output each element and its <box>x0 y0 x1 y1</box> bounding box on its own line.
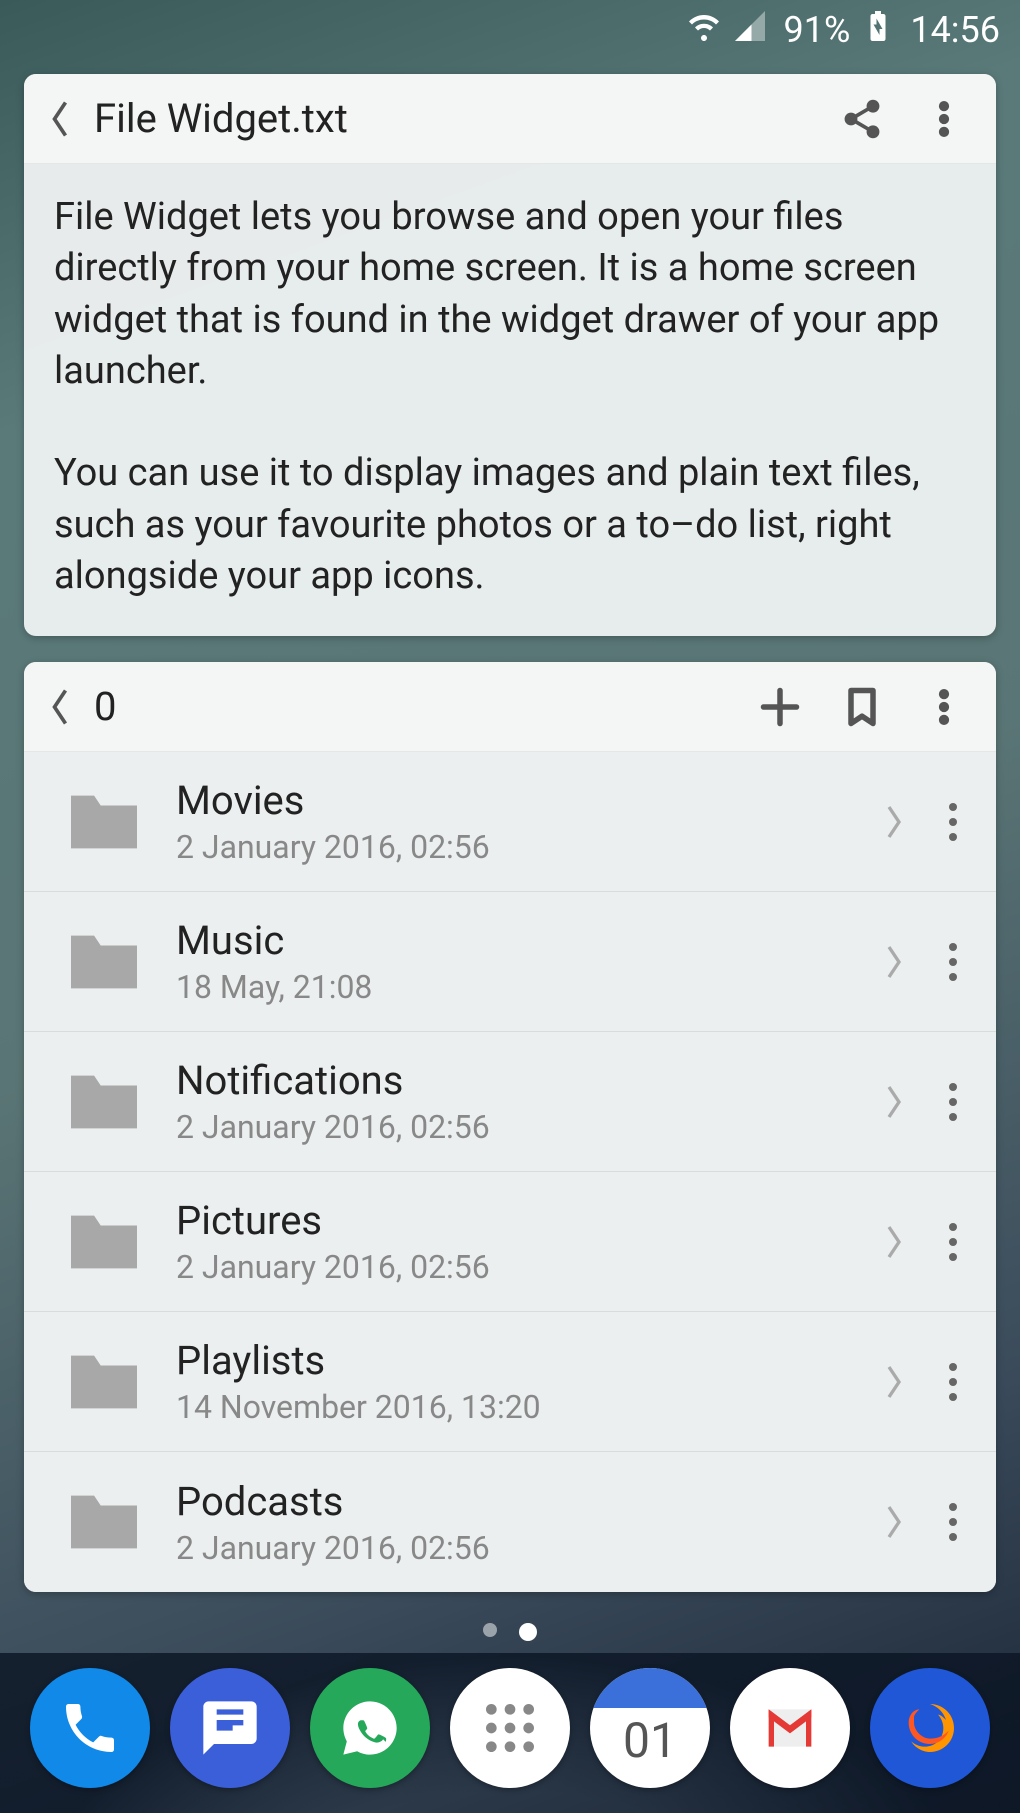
file-list: Movies 2 January 2016, 02:56 Music 18 Ma… <box>24 752 996 1592</box>
file-info: Movies 2 January 2016, 02:56 <box>154 777 874 866</box>
file-row[interactable]: Movies 2 January 2016, 02:56 <box>24 752 996 892</box>
whatsapp-app[interactable] <box>310 1668 430 1788</box>
share-button[interactable] <box>838 95 886 143</box>
file-info: Playlists 14 November 2016, 13:20 <box>154 1337 874 1426</box>
chevron-right-icon <box>874 802 914 842</box>
file-row[interactable]: Playlists 14 November 2016, 13:20 <box>24 1312 996 1452</box>
file-name: Playlists <box>176 1337 874 1384</box>
row-overflow-menu-button[interactable] <box>928 1502 978 1542</box>
row-overflow-menu-button[interactable] <box>928 1222 978 1262</box>
file-date: 2 January 2016, 02:56 <box>176 1248 874 1286</box>
page-dot[interactable] <box>483 1623 497 1637</box>
row-overflow-menu-button[interactable] <box>928 1082 978 1122</box>
calendar-app[interactable]: 01 <box>590 1668 710 1788</box>
text-widget-header: File Widget.txt <box>24 74 996 164</box>
file-date: 18 May, 21:08 <box>176 968 874 1006</box>
row-overflow-menu-button[interactable] <box>928 942 978 982</box>
file-row[interactable]: Podcasts 2 January 2016, 02:56 <box>24 1452 996 1592</box>
text-viewer-widget: File Widget.txt File Widget lets you bro… <box>24 74 996 636</box>
calendar-day-label: 01 <box>623 1712 677 1769</box>
folder-icon <box>54 1069 154 1135</box>
file-browser-widget: 0 Movies 2 January 2016, 02:56 <box>24 662 996 1592</box>
chevron-right-icon <box>874 1362 914 1402</box>
folder-icon <box>54 789 154 855</box>
row-overflow-menu-button[interactable] <box>928 802 978 842</box>
file-name: Movies <box>176 777 874 824</box>
phone-app[interactable] <box>30 1668 150 1788</box>
page-indicator[interactable] <box>0 1623 1020 1641</box>
folder-icon <box>54 1489 154 1555</box>
file-info: Pictures 2 January 2016, 02:56 <box>154 1197 874 1286</box>
file-row[interactable]: Music 18 May, 21:08 <box>24 892 996 1032</box>
browser-widget-title: 0 <box>94 683 756 730</box>
browser-back-button[interactable] <box>44 682 76 732</box>
chevron-right-icon <box>874 1502 914 1542</box>
text-widget-title: File Widget.txt <box>94 95 838 142</box>
wifi-icon <box>686 8 722 53</box>
row-overflow-menu-button[interactable] <box>928 1362 978 1402</box>
bookmark-button[interactable] <box>838 683 886 731</box>
folder-icon <box>54 1349 154 1415</box>
file-row[interactable]: Pictures 2 January 2016, 02:56 <box>24 1172 996 1312</box>
file-name: Pictures <box>176 1197 874 1244</box>
dock: 01 <box>0 1653 1020 1813</box>
chevron-right-icon <box>874 1082 914 1122</box>
chevron-right-icon <box>874 942 914 982</box>
browser-overflow-menu-button[interactable] <box>920 683 968 731</box>
text-widget-body: File Widget lets you browse and open you… <box>24 164 996 636</box>
file-date: 2 January 2016, 02:56 <box>176 1108 874 1146</box>
file-name: Music <box>176 917 874 964</box>
file-date: 14 November 2016, 13:20 <box>176 1388 874 1426</box>
app-drawer-button[interactable] <box>450 1668 570 1788</box>
chevron-right-icon <box>874 1222 914 1262</box>
battery-percent: 91% <box>784 9 851 51</box>
page-dot-active[interactable] <box>519 1623 537 1641</box>
file-info: Notifications 2 January 2016, 02:56 <box>154 1057 874 1146</box>
gmail-app[interactable] <box>730 1668 850 1788</box>
clock-time: 14:56 <box>910 9 1000 51</box>
overflow-menu-button[interactable] <box>920 95 968 143</box>
file-info: Music 18 May, 21:08 <box>154 917 874 1006</box>
file-date: 2 January 2016, 02:56 <box>176 1529 874 1567</box>
folder-icon <box>54 929 154 995</box>
battery-charging-icon <box>860 8 896 53</box>
messages-app[interactable] <box>170 1668 290 1788</box>
firefox-app[interactable] <box>870 1668 990 1788</box>
file-name: Podcasts <box>176 1478 874 1525</box>
folder-icon <box>54 1209 154 1275</box>
browser-widget-header: 0 <box>24 662 996 752</box>
file-date: 2 January 2016, 02:56 <box>176 828 874 866</box>
add-button[interactable] <box>756 683 804 731</box>
back-button[interactable] <box>44 94 76 144</box>
status-bar: 91% 14:56 <box>0 0 1020 60</box>
file-row[interactable]: Notifications 2 January 2016, 02:56 <box>24 1032 996 1172</box>
file-name: Notifications <box>176 1057 874 1104</box>
signal-icon <box>732 8 768 53</box>
file-info: Podcasts 2 January 2016, 02:56 <box>154 1478 874 1567</box>
